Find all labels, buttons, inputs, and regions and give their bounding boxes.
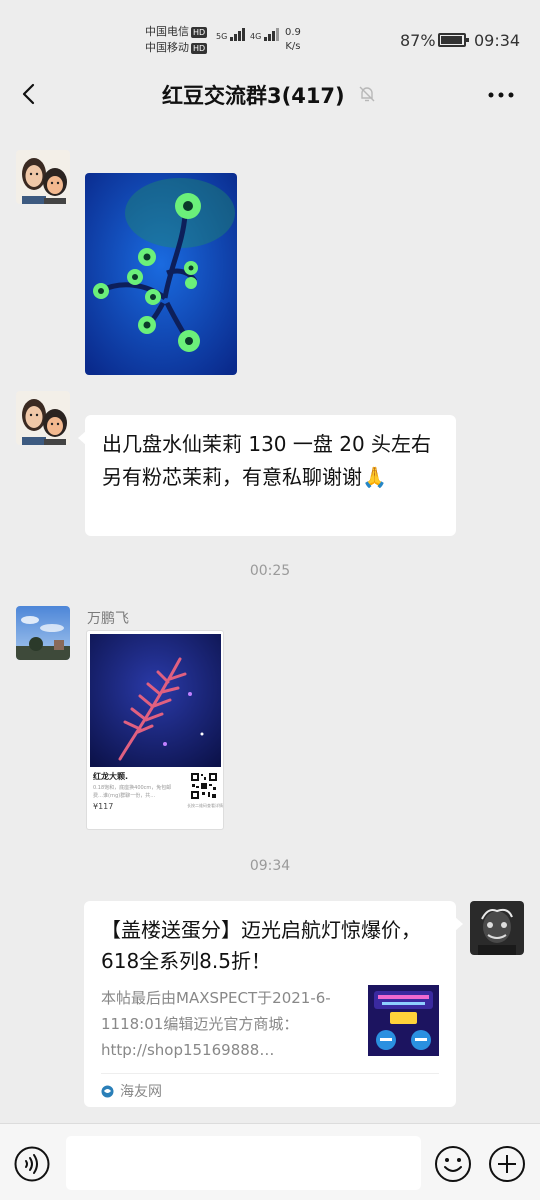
message-text: 另有粉芯茉莉，有意私聊谢谢🙏	[102, 465, 387, 489]
status-time: 09:34	[474, 31, 521, 50]
more-dots-icon[interactable]	[488, 92, 514, 98]
carrier-info: 中国电信 HD 中国移动 HD	[145, 24, 208, 56]
product-image	[90, 634, 221, 767]
globe-icon	[101, 1085, 114, 1097]
product-card[interactable]: 红龙大颗. 0.18饱和，底座换400cm，免包邮费…谁(rng)群聊一份，共……	[86, 630, 224, 830]
signal-5g-icon: 5G	[216, 28, 246, 41]
avatar[interactable]	[470, 901, 524, 955]
carrier-2: 中国移动	[145, 41, 189, 54]
link-title: 【盖楼送蛋分】迈光启航灯惊爆价，618全系列8.5折！	[101, 918, 421, 973]
coral-photo[interactable]	[85, 173, 237, 375]
link-desc: 本帖最后由MAXSPECT于2021-6-1118:01编辑迈光官方商城：htt…	[101, 989, 331, 1059]
link-source: 海友网	[101, 1081, 162, 1101]
link-thumbnail	[368, 985, 439, 1056]
network-speed: 0.9 K/s	[285, 27, 301, 52]
message-input[interactable]	[66, 1136, 421, 1190]
hd-badge: HD	[191, 27, 208, 38]
message-text: 出几盘水仙茉莉 130 一盘 20 头左右	[102, 432, 432, 456]
plus-icon[interactable]	[488, 1145, 526, 1183]
product-title: 红龙大颗.	[93, 772, 129, 781]
bell-off-icon	[359, 86, 375, 102]
carrier-1: 中国电信	[145, 25, 189, 38]
network-type-1: 5G	[216, 32, 228, 41]
product-price: ¥117	[93, 802, 114, 811]
sender-name: 万鹏飞	[87, 611, 129, 627]
divider	[101, 1073, 439, 1074]
chevron-left-icon[interactable]	[18, 82, 42, 106]
link-source-name: 海友网	[120, 1084, 162, 1100]
message-bubble[interactable]: 出几盘水仙茉莉 130 一盘 20 头左右 另有粉芯茉莉，有意私聊谢谢🙏	[78, 415, 456, 536]
voice-icon[interactable]	[14, 1146, 50, 1182]
chat-header: 红豆交流群3(417)	[0, 66, 540, 122]
link-card[interactable]: 【盖楼送蛋分】迈光启航灯惊爆价，618全系列8.5折！ 本帖最后由MAXSPEC…	[84, 901, 463, 1107]
battery-percent: 87%	[400, 31, 436, 50]
qr-code-icon	[190, 772, 218, 800]
signal-4g-icon: 4G	[250, 28, 280, 41]
input-bar	[0, 1123, 540, 1200]
qr-note: 长按二维码查看详情	[187, 803, 223, 808]
chat-title: 红豆交流群3(417)	[162, 84, 345, 108]
status-bar: 中国电信 HD 中国移动 HD 5G 4G 0.9 K/s 87% 09:34	[0, 0, 540, 66]
emoji-icon[interactable]	[434, 1145, 472, 1183]
network-type-2: 4G	[250, 32, 262, 41]
timestamp: 09:34	[249, 858, 291, 874]
avatar[interactable]	[16, 391, 70, 445]
avatar[interactable]	[16, 606, 70, 660]
hd-badge: HD	[191, 43, 208, 54]
battery-icon	[438, 33, 469, 47]
product-desc: 0.18饱和，底座换400cm，免包邮费…谁(rng)群聊一份，共…	[93, 785, 172, 799]
avatar[interactable]	[16, 150, 70, 204]
timestamp: 00:25	[249, 563, 291, 579]
